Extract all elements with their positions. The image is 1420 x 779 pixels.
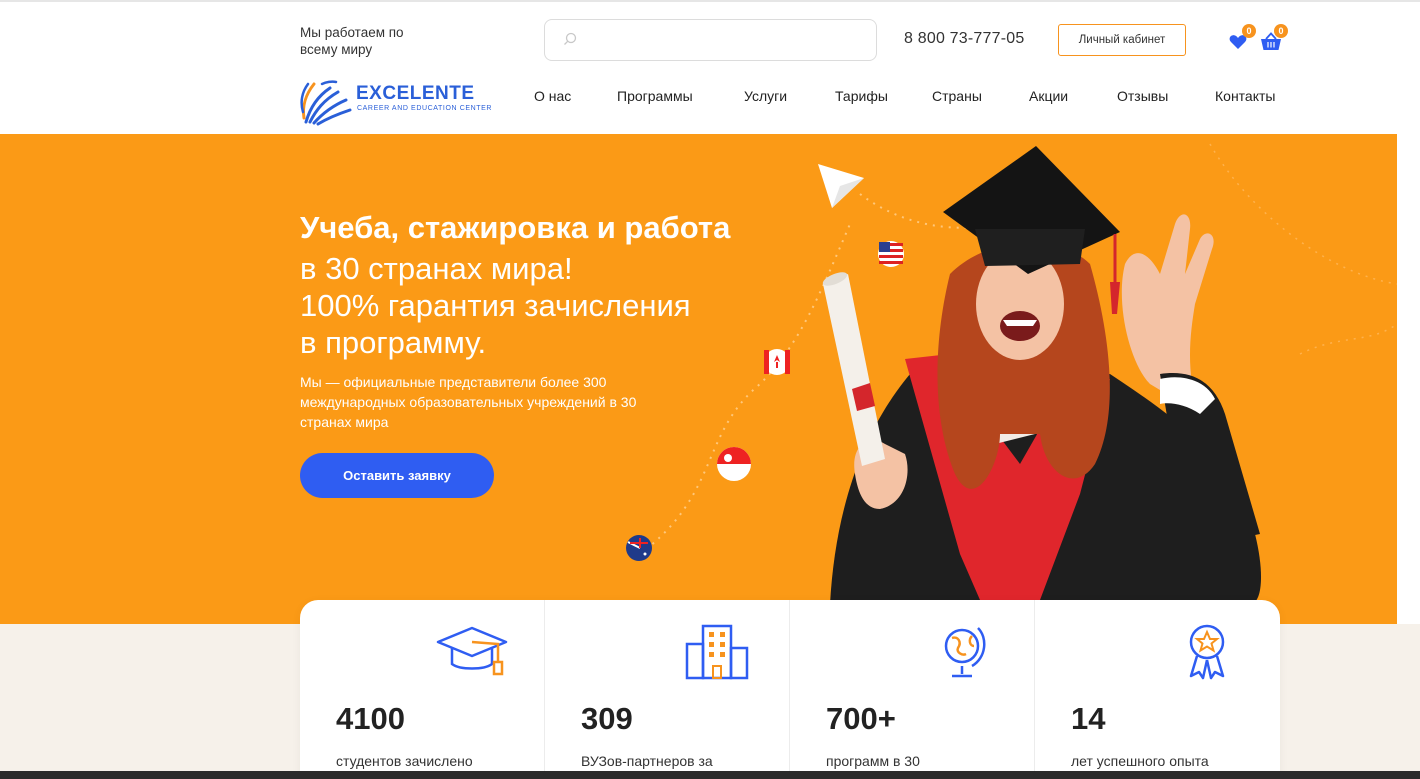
graduate-photo bbox=[822, 146, 1262, 604]
personal-account-button[interactable]: Личный кабинет bbox=[1058, 24, 1186, 56]
nav-item-reviews[interactable]: Отзывы bbox=[1117, 88, 1168, 104]
stat-label: программ в 30 bbox=[826, 753, 920, 769]
logo-fan-icon bbox=[300, 80, 352, 126]
hero-subtitle: в 30 странах мира! 100% гарантия зачисле… bbox=[300, 250, 691, 361]
cart-count-badge: 0 bbox=[1274, 24, 1288, 38]
cart-button[interactable]: 0 bbox=[1260, 24, 1288, 54]
graduation-cap-icon bbox=[436, 626, 508, 676]
stat-card-universities: 309 ВУЗов-партнеров за bbox=[545, 600, 790, 779]
favorites-count-badge: 0 bbox=[1242, 24, 1256, 38]
nav-item-promotions[interactable]: Акции bbox=[1029, 88, 1068, 104]
hero-subtitle-line: 100% гарантия зачисления bbox=[300, 288, 691, 323]
stat-card-programs: 700+ программ в 30 bbox=[790, 600, 1035, 779]
award-medal-icon bbox=[1189, 624, 1225, 680]
os-taskbar bbox=[0, 771, 1420, 779]
hero-title: Учеба, стажировка и работа bbox=[300, 210, 731, 245]
nav-item-countries[interactable]: Страны bbox=[932, 88, 982, 104]
nav-item-programs[interactable]: Программы bbox=[617, 88, 693, 104]
search-box[interactable] bbox=[544, 19, 877, 61]
nav-item-tariffs[interactable]: Тарифы bbox=[835, 88, 888, 104]
hero-subtitle-line: в 30 странах мира! bbox=[300, 251, 573, 286]
stat-card-students: 4100 студентов зачислено bbox=[300, 600, 545, 779]
stat-number: 309 bbox=[581, 701, 633, 736]
phone-number[interactable]: 8 800 73-777-05 bbox=[904, 30, 1024, 48]
logo-name: EXCELENTE bbox=[356, 83, 475, 104]
nav-item-contacts[interactable]: Контакты bbox=[1215, 88, 1275, 104]
canada-flag-icon bbox=[764, 349, 790, 375]
hero-subtitle-line: в программу. bbox=[300, 325, 487, 360]
hero-edge bbox=[1397, 134, 1420, 624]
university-building-icon bbox=[685, 624, 749, 680]
australia-flag-icon bbox=[626, 535, 652, 561]
stats-panel: 4100 студентов зачислено 309 ВУЗов-партн… bbox=[300, 600, 1280, 779]
submit-application-button[interactable]: Оставить заявку bbox=[300, 453, 494, 498]
hero-banner: Учеба, стажировка и работа в 30 странах … bbox=[0, 134, 1397, 624]
favorites-button[interactable]: 0 bbox=[1228, 24, 1256, 54]
stat-label: ВУЗов-партнеров за bbox=[581, 753, 713, 769]
hero-illustration bbox=[626, 143, 1397, 604]
nav-item-about[interactable]: О нас bbox=[534, 88, 571, 104]
stat-number: 14 bbox=[1071, 701, 1106, 736]
stat-card-experience: 14 лет успешного опыта bbox=[1035, 600, 1280, 779]
search-icon bbox=[564, 32, 577, 45]
globe-icon bbox=[944, 627, 986, 678]
site-header: Мы работаем по всему миру 8 800 73-777-0… bbox=[0, 2, 1420, 134]
singapore-flag-icon bbox=[717, 447, 751, 481]
usa-flag-icon bbox=[878, 241, 904, 267]
paper-plane-icon bbox=[818, 164, 864, 208]
hero-description: Мы — официальные представители более 300… bbox=[300, 374, 637, 430]
search-input[interactable] bbox=[589, 28, 863, 54]
worldwide-note: Мы работаем по всему миру bbox=[300, 25, 404, 57]
logo-tagline: CAREER AND EDUCATION CENTER bbox=[357, 105, 493, 112]
nav-item-services[interactable]: Услуги bbox=[744, 88, 787, 104]
site-logo[interactable]: EXCELENTE CAREER AND EDUCATION CENTER bbox=[300, 78, 493, 126]
stat-number: 700+ bbox=[826, 701, 896, 736]
stat-label: лет успешного опыта bbox=[1071, 753, 1209, 769]
stat-number: 4100 bbox=[336, 701, 405, 736]
stat-label: студентов зачислено bbox=[336, 753, 473, 769]
